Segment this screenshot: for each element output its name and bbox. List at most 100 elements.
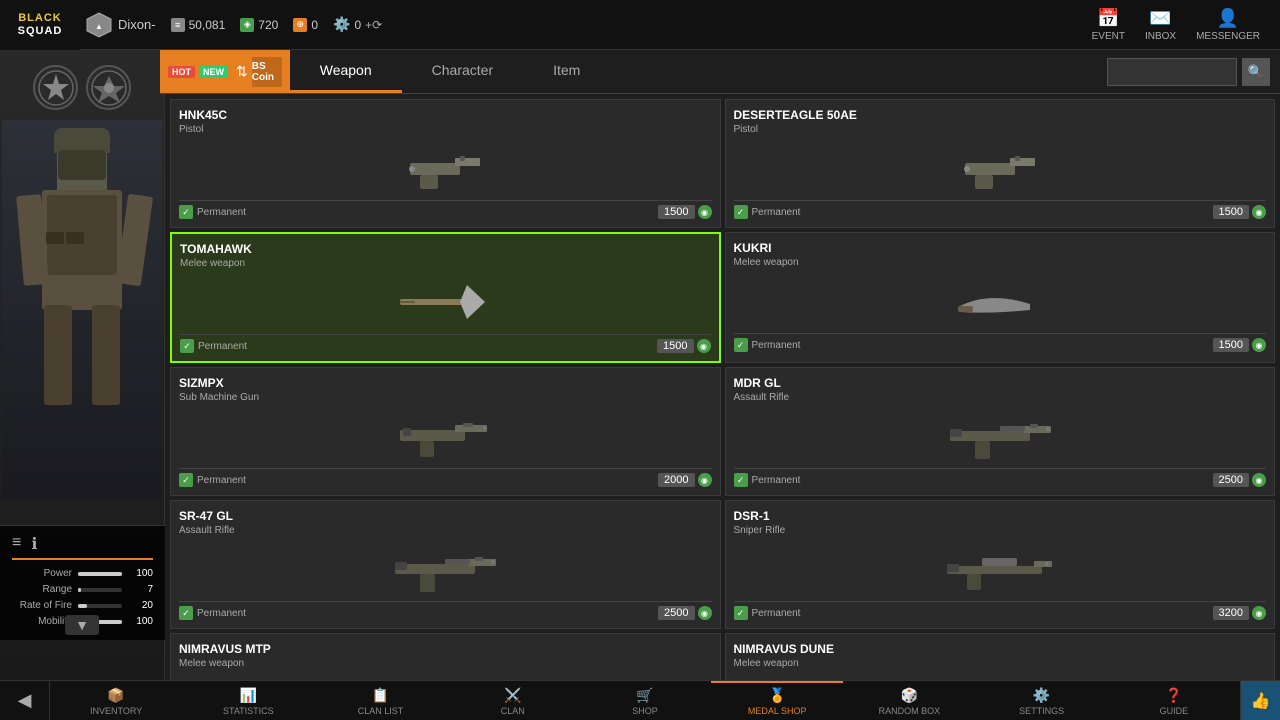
hot-badge: HOT (168, 66, 195, 78)
price-value: 1500 (1213, 205, 1249, 219)
item-price: 2500 ◉ (1213, 473, 1266, 487)
back-button[interactable]: ◀ (0, 681, 50, 720)
check-icon: ✓ (179, 606, 193, 620)
nav-clan[interactable]: ⚔️ CLAN (447, 681, 579, 720)
item-price: 3200 ◉ (1213, 606, 1266, 620)
item-card[interactable]: KUKRI Melee weapon ✓ Permanent 1500 ◉ (725, 232, 1276, 363)
tab-item[interactable]: Item (523, 50, 610, 93)
duration-label: Permanent (197, 608, 246, 619)
event-nav-item[interactable]: 📅 EVENT (1092, 8, 1125, 42)
svg-text:▲: ▲ (95, 22, 103, 31)
item-price: 1500 ◉ (1213, 205, 1266, 219)
range-label: Range (12, 584, 72, 595)
duration-label: Permanent (752, 608, 801, 619)
character-display (2, 120, 162, 500)
price-currency-icon: ◉ (698, 205, 712, 219)
item-price: 1500 ◉ (658, 205, 711, 219)
item-card[interactable]: SR-47 GL Assault Rifle ✓ Permanent 2500 … (170, 500, 721, 629)
item-image (179, 408, 712, 463)
list-stats-icon[interactable]: ≡ (12, 534, 21, 554)
tab-character[interactable]: Character (402, 50, 523, 93)
duration-label: Permanent (197, 207, 246, 218)
ammo-value: 0 (354, 18, 361, 32)
tab-weapon[interactable]: Weapon (290, 50, 402, 93)
item-type: Melee weapon (180, 258, 711, 269)
item-card[interactable]: NIMRAVUS MTP Melee weapon ✓ Permanent 42… (170, 633, 721, 680)
item-card[interactable]: DESERTEAGLE 50AE Pistol ✓ Permanent 1500… (725, 99, 1276, 228)
item-card[interactable]: DSR-1 Sniper Rifle ✓ Permanent 3200 ◉ (725, 500, 1276, 629)
power-bar (78, 572, 122, 576)
item-footer: ✓ Permanent 1500 ◉ (180, 334, 711, 353)
rank-icon: ▲ (84, 10, 114, 40)
bs-coin-tab[interactable]: HOT NEW ⇅ BS Coin (160, 50, 290, 93)
item-name: DSR-1 (734, 509, 1267, 523)
emblem-1 (33, 65, 78, 110)
range-value: 7 (128, 584, 153, 595)
medal-shop-icon: 🏅 (768, 687, 785, 704)
item-card[interactable]: MDR GL Assault Rifle ✓ Permanent 2500 ◉ (725, 367, 1276, 496)
range-bar (78, 588, 81, 592)
item-image (734, 140, 1267, 195)
nav-shop[interactable]: 🛒 SHOP (579, 681, 711, 720)
rof-value: 20 (128, 600, 153, 611)
check-icon: ✓ (734, 473, 748, 487)
item-duration: ✓ Permanent (734, 606, 801, 620)
scroll-down-button[interactable]: ▼ (65, 615, 99, 635)
search-input[interactable] (1107, 58, 1237, 86)
price-value: 1500 (657, 339, 693, 353)
nav-settings[interactable]: ⚙️ SETTINGS (976, 681, 1108, 720)
check-icon: ✓ (180, 339, 194, 353)
info-stats-icon[interactable]: ℹ (31, 534, 37, 554)
item-price: 1500 ◉ (657, 339, 710, 353)
price-currency-icon: ◉ (1252, 473, 1266, 487)
item-duration: ✓ Permanent (734, 205, 801, 219)
nav-inventory[interactable]: 📦 INVENTORY (50, 681, 182, 720)
mobility-label: Mobility (12, 616, 72, 627)
check-icon: ✓ (734, 606, 748, 620)
item-type: Pistol (734, 124, 1267, 135)
item-name: HNK45C (179, 108, 712, 122)
mobility-value: 100 (128, 616, 153, 627)
item-card[interactable]: SIZMPX Sub Machine Gun ✓ Permanent 2000 … (170, 367, 721, 496)
nav-medal-shop[interactable]: 🏅 MEDAL SHOP (711, 681, 843, 720)
like-button[interactable]: 👍 (1240, 681, 1280, 720)
settings-icon: ⚙️ (1033, 687, 1050, 704)
item-grid-container[interactable]: HNK45C Pistol ✓ Permanent 1500 ◉ DESERTE… (165, 94, 1280, 680)
nav-random-box[interactable]: 🎲 RANDOM BOX (843, 681, 975, 720)
bs-coin-label: BS Coin (252, 61, 282, 83)
messenger-nav-item[interactable]: 👤 MESSENGER (1196, 8, 1260, 42)
rof-bar (78, 604, 87, 608)
item-image (734, 273, 1267, 328)
inbox-label: INBOX (1145, 31, 1176, 42)
settings-label: SETTINGS (1019, 706, 1064, 716)
item-grid: HNK45C Pistol ✓ Permanent 1500 ◉ DESERTE… (170, 99, 1275, 680)
nav-clan-list[interactable]: 📋 CLAN LIST (314, 681, 446, 720)
inbox-nav-item[interactable]: ✉️ INBOX (1145, 8, 1176, 42)
item-card[interactable]: HNK45C Pistol ✓ Permanent 1500 ◉ (170, 99, 721, 228)
item-duration: ✓ Permanent (179, 473, 246, 487)
item-type: Sub Machine Gun (179, 392, 712, 403)
item-footer: ✓ Permanent 1500 ◉ (734, 333, 1267, 352)
shop-icon: 🛒 (636, 687, 653, 704)
statistics-label: STATISTICS (223, 706, 274, 716)
emblem-2 (86, 65, 131, 110)
clan-label: CLAN (501, 706, 525, 716)
item-name: TOMAHAWK (180, 242, 711, 256)
search-button[interactable]: 🔍 (1242, 58, 1270, 86)
medal-shop-label: MEDAL SHOP (748, 706, 807, 716)
inbox-icon: ✉️ (1149, 8, 1171, 29)
duration-label: Permanent (197, 475, 246, 486)
nav-guide[interactable]: ❓ GUIDE (1108, 681, 1240, 720)
guide-icon: ❓ (1165, 687, 1182, 704)
top-navigation: BLACKSQUAD ▲ Dixon- ≡ 50,081 ◈ 720 ⊕ 0 ⚙… (0, 0, 1280, 50)
coin-icon: ≡ (171, 18, 185, 32)
messenger-icon: 👤 (1217, 8, 1239, 29)
player-name: Dixon- (118, 17, 156, 32)
cash-currency: ◈ 720 (240, 18, 278, 32)
item-card[interactable]: TOMAHAWK Melee weapon ✓ Permanent 1500 ◉ (170, 232, 721, 363)
nav-statistics[interactable]: 📊 STATISTICS (182, 681, 314, 720)
clan-list-icon: 📋 (372, 687, 389, 704)
item-card[interactable]: NIMRAVUS DUNE Melee weapon ✓ Permanent 4… (725, 633, 1276, 680)
price-value: 3200 (1213, 606, 1249, 620)
shop-tabs: Weapon Character Item (290, 50, 1097, 93)
